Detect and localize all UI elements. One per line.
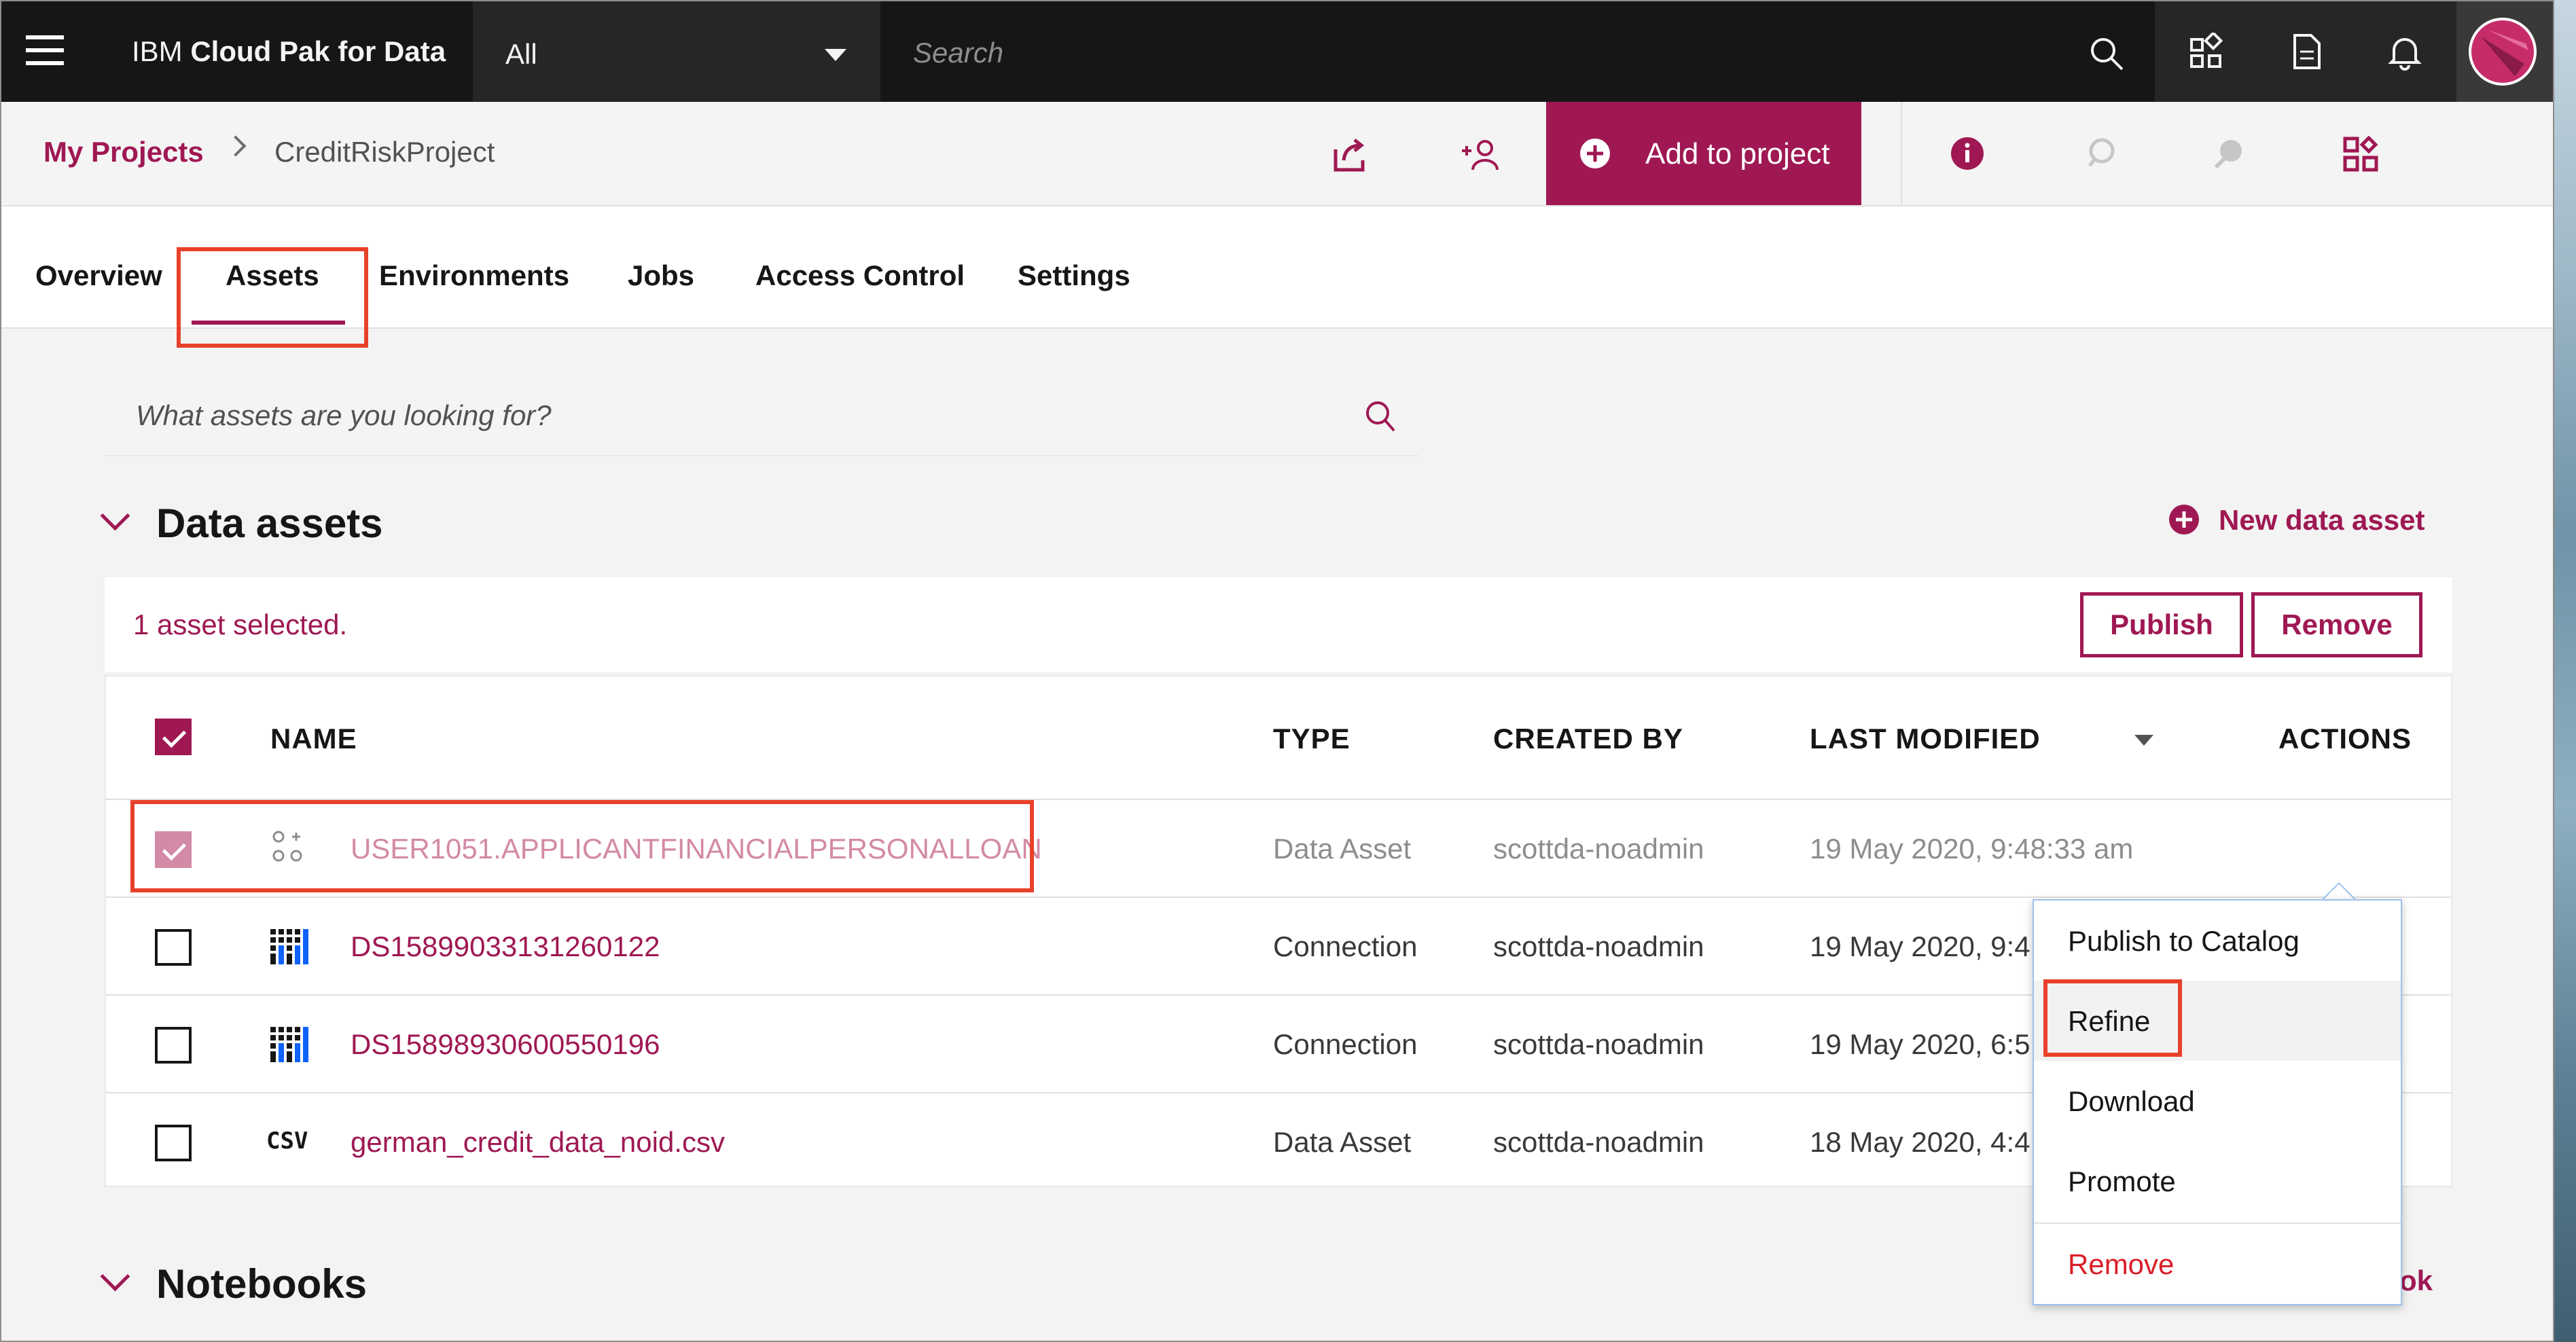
new-data-asset-link[interactable]: New data asset (2219, 504, 2425, 537)
collapse-chevron-icon[interactable] (100, 501, 130, 531)
checkmark-icon (162, 723, 187, 748)
search-placeholder: Search (913, 37, 1004, 69)
annotation-highlight-refine (2043, 979, 2182, 1057)
asset-last-modified: 18 May 2020, 4:4 (1810, 1126, 2031, 1158)
row-checkbox[interactable] (155, 1027, 192, 1064)
asset-name-link[interactable]: DS15898930600550196 (351, 1028, 660, 1061)
product-name[interactable]: IBM Cloud Pak for Data (132, 35, 446, 68)
dashboard-grid-icon[interactable] (2342, 136, 2380, 174)
global-search-input[interactable]: Search (880, 1, 2155, 102)
add-to-project-label: Add to project (1645, 137, 1830, 170)
menu-item-label: Download (2068, 1085, 2195, 1117)
asset-type: Data Asset (1273, 1126, 1412, 1158)
column-header-name[interactable]: NAME (270, 723, 357, 755)
asset-type: Data Asset (1273, 833, 1412, 865)
menu-item-publish-to-catalog[interactable]: Publish to Catalog (2034, 901, 2401, 981)
caret-down-icon (825, 49, 846, 61)
csv-file-icon: CSV (266, 1127, 308, 1155)
section-title-data-assets: Data assets (156, 501, 383, 546)
menu-item-remove[interactable]: Remove (2034, 1224, 2401, 1304)
activity-icon (2214, 140, 2242, 169)
column-header-last-modified[interactable]: LAST MODIFIED (1810, 723, 2041, 755)
app-window: IBM Cloud Pak for Data All Search My Pro… (0, 0, 2554, 1342)
top-navigation-bar: IBM Cloud Pak for Data All Search (1, 1, 2553, 102)
asset-created-by: scottda-noadmin (1493, 930, 1704, 962)
asset-last-modified: 19 May 2020, 6:5 (1810, 1028, 2031, 1060)
annotation-highlight-selected-row (130, 800, 1034, 892)
add-collaborator-icon[interactable] (1461, 136, 1501, 174)
project-tabs: Overview Assets Environments Jobs Access… (1, 206, 2553, 329)
document-icon[interactable] (2291, 33, 2323, 71)
menu-item-label: Promote (2068, 1165, 2176, 1197)
row-actions-menu: Publish to Catalog Refine Download Promo… (2033, 899, 2402, 1305)
search-scope-dropdown[interactable]: All (473, 1, 880, 102)
asset-created-by: scottda-noadmin (1493, 1028, 1704, 1060)
asset-name-link[interactable]: DS15899033131260122 (351, 930, 660, 963)
info-icon[interactable] (1950, 136, 1985, 171)
search-icon[interactable] (1361, 398, 1398, 435)
asset-name-link[interactable]: german_credit_data_noid.csv (351, 1126, 725, 1159)
notification-bell-icon[interactable] (2386, 33, 2424, 71)
column-header-type[interactable]: TYPE (1273, 723, 1350, 755)
breadcrumb-my-projects[interactable]: My Projects (43, 136, 204, 168)
menu-item-label: Publish to Catalog (2068, 925, 2300, 957)
hamburger-menu-icon[interactable] (26, 35, 64, 68)
collapse-chevron-icon[interactable] (100, 1261, 130, 1292)
asset-created-by: scottda-noadmin (1493, 1126, 1704, 1158)
asset-type: Connection (1273, 1028, 1418, 1060)
export-project-icon[interactable] (1331, 136, 1370, 174)
publish-button[interactable]: Publish (2080, 592, 2243, 657)
tab-access-control[interactable]: Access Control (755, 259, 965, 292)
row-checkbox[interactable] (155, 1125, 192, 1161)
tab-settings[interactable]: Settings (1018, 259, 1130, 292)
asset-search-placeholder: What assets are you looking for? (136, 399, 552, 431)
project-header: My Projects CreditRiskProject Add to pro… (1, 102, 2553, 206)
new-notebook-link[interactable]: ok (2399, 1265, 2433, 1297)
divider (1901, 102, 1902, 205)
tab-jobs[interactable]: Jobs (628, 259, 694, 292)
menu-item-promote[interactable]: Promote (2034, 1141, 2401, 1221)
user-avatar[interactable] (2467, 16, 2538, 87)
chevron-right-icon (225, 135, 247, 157)
apps-icon[interactable] (2187, 33, 2225, 71)
breadcrumb-current-project: CreditRiskProject (274, 136, 495, 168)
column-header-created-by[interactable]: CREATED BY (1493, 723, 1683, 755)
sort-descending-icon[interactable] (2134, 735, 2153, 746)
asset-created-by: scottda-noadmin (1493, 833, 1704, 865)
menu-item-download[interactable]: Download (2034, 1061, 2401, 1141)
add-to-project-button[interactable]: Add to project (1546, 102, 1861, 205)
add-circle-icon (1580, 139, 1610, 168)
menu-item-label: Remove (2068, 1248, 2175, 1280)
connection-icon (270, 929, 308, 964)
desktop-background (2554, 0, 2576, 1342)
asset-last-modified: 19 May 2020, 9:48:33 am (1810, 833, 2134, 865)
search-icon[interactable] (2088, 35, 2125, 72)
section-title-notebooks: Notebooks (156, 1261, 368, 1307)
comments-icon (2088, 138, 2115, 167)
asset-type: Connection (1273, 930, 1418, 962)
column-header-actions: ACTIONS (2278, 723, 2412, 755)
remove-button[interactable]: Remove (2251, 592, 2422, 657)
tab-environments[interactable]: Environments (379, 259, 569, 292)
annotation-highlight-assets-tab (177, 247, 368, 348)
add-circle-icon[interactable] (2168, 504, 2200, 535)
search-scope-value: All (505, 38, 537, 70)
row-checkbox[interactable] (155, 929, 192, 966)
connection-icon (270, 1027, 308, 1062)
asset-last-modified: 19 May 2020, 9:4 (1810, 930, 2031, 962)
select-all-checkbox[interactable] (155, 719, 192, 755)
selection-count-text: 1 asset selected. (133, 609, 348, 640)
tab-overview[interactable]: Overview (35, 259, 162, 292)
asset-search-input[interactable]: What assets are you looking for? (105, 378, 1418, 456)
